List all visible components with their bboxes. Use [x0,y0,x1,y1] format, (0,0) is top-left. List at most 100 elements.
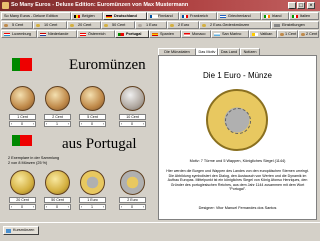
tab-label: 2 Cent [306,32,318,36]
tab-20-cent[interactable]: 20 Cent [67,21,101,29]
tab-kursmuenzen[interactable]: Kursmünzen [3,226,39,235]
coin-label: 1 Cent [9,114,36,120]
coin-icon [279,32,284,36]
tab-50-cent[interactable]: 50 Cent [101,21,135,29]
tab-label: Finnland [158,14,173,18]
tab-san-marino[interactable]: San Marino [211,30,249,38]
coin-overview-panel: Euromünzen 1 Cent 2 Cent 5 Cent 10 Cent … [2,48,155,220]
coin-1-cent-image[interactable] [10,86,35,111]
coin-detail-panel: Die 1 Euro - Münze Motiv: 7 Türme und 5 … [158,55,317,220]
coin-icon [202,23,206,27]
tab-portugal[interactable]: Portugal [115,30,149,38]
close-button[interactable]: × [307,2,315,9]
tab-vatikan[interactable]: Vatikan [249,30,277,38]
tab-10-cent[interactable]: 10 Cent [33,21,67,29]
collection-progress: 2 von 8 Münzen (25 %) [8,161,48,165]
coin-icon [36,23,40,27]
decrement-icon[interactable]: ‹ [121,122,122,126]
coin-2-cent-image[interactable] [45,86,70,111]
increment-icon[interactable]: › [33,122,34,126]
portugal-flag-icon [12,135,32,146]
count-value: 0 [91,122,93,126]
increment-icon[interactable]: › [68,205,69,209]
heading-aus-portugal: aus Portugal [62,136,137,152]
tab-label: Kursmünzen [13,228,35,232]
tab-griechenland[interactable]: Griechenland [217,12,261,20]
increment-icon[interactable]: › [68,122,69,126]
tab-spanien[interactable]: Spanien [149,30,181,38]
tab-niederlande[interactable]: Niederlande [37,30,77,38]
count-stepper[interactable]: ‹ 0 › [119,204,146,210]
tab-2-euro-gedenkmuenzen[interactable]: 2 Euro-Gedenkmünzen [199,21,271,29]
tab-2-cent[interactable]: 2 Cent [298,30,319,38]
tab-label: San Marino [222,32,242,36]
coin-label: 5 Cent [79,114,106,120]
count-stepper[interactable]: ‹ 0 › [119,121,146,127]
coin-5-cent-image[interactable] [80,86,105,111]
app-icon [2,2,9,9]
tab-label: So Many Euros - Deluxe Edition [4,14,58,18]
minimize-button[interactable]: _ [288,2,296,9]
count-stepper[interactable]: ‹ 1 › [79,204,106,210]
tab-label: Niederlande [48,32,69,36]
tab-label: 1 Euro [146,23,158,27]
flag-icon [152,32,158,36]
increment-icon[interactable]: › [143,205,144,209]
decrement-icon[interactable]: ‹ [46,122,47,126]
tab-frankreich[interactable]: Frankreich [179,12,217,20]
tab-2-euro[interactable]: 2 Euro [167,21,199,29]
increment-icon[interactable]: › [103,122,104,126]
tab-label: Portugal [126,32,142,36]
decrement-icon[interactable]: ‹ [46,205,47,209]
collection-count: 2 Exemplare in der Sammlung [8,156,60,160]
tab-deutschland[interactable]: Deutschland [103,12,147,20]
coin-10-cent-image[interactable] [120,86,145,111]
tab-belgien[interactable]: Belgien [71,12,103,20]
decrement-icon[interactable]: ‹ [11,122,12,126]
count-stepper[interactable]: ‹ 0 › [9,121,36,127]
coin-label: 10 Cent [119,114,146,120]
tab-5-cent[interactable]: 5 Cent [1,21,33,29]
count-stepper[interactable]: ‹ 0 › [44,204,71,210]
decrement-icon[interactable]: ‹ [81,122,82,126]
count-value: 0 [21,205,23,209]
flag-icon [80,32,86,36]
tab-label: 20 Cent [78,23,92,27]
count-stepper[interactable]: ‹ 0 › [9,204,36,210]
count-stepper[interactable]: ‹ 1 › [44,121,71,127]
tab-label: Spanien [160,32,174,36]
tab-1-cent[interactable]: 1 Cent [277,30,298,38]
decrement-icon[interactable]: ‹ [81,205,82,209]
tab-oesterreich[interactable]: Österreich [77,30,115,38]
tab-luxemburg[interactable]: Luxemburg [1,30,37,38]
count-value: 0 [131,205,133,209]
flag-icon [106,14,112,18]
coin-20-cent-image[interactable] [10,170,35,195]
coin-2-euro-image[interactable] [120,170,145,195]
coin-label: 2 Cent [44,114,71,120]
coin-motif-text: Motiv: 7 Türme und 5 Wappen, Königliches… [189,159,286,163]
tab-label: Belgien [82,14,95,18]
increment-icon[interactable]: › [103,205,104,209]
tab-finnland[interactable]: Finnland [147,12,179,20]
coin-1-euro-image[interactable] [80,170,105,195]
maximize-button[interactable]: □ [297,2,305,9]
tab-1-euro[interactable]: 1 Euro [135,21,167,29]
decrement-icon[interactable]: ‹ [121,205,122,209]
tab-label: Monaco [192,32,206,36]
tab-monaco[interactable]: Monaco [181,30,211,38]
tab-italien[interactable]: Italien [289,12,319,20]
flag-icon [184,32,190,36]
tab-irland[interactable]: Irland [261,12,289,20]
coin-title: Die 1 Euro - Münze [203,71,272,80]
decrement-icon[interactable]: ‹ [11,205,12,209]
tab-home[interactable]: So Many Euros - Deluxe Edition [1,12,71,20]
tab-label: 10 Cent [44,23,58,27]
count-stepper[interactable]: ‹ 0 › [79,121,106,127]
tab-einstellungen[interactable]: Einstellungen [271,21,319,29]
increment-icon[interactable]: › [33,205,34,209]
coin-50-cent-image[interactable] [45,170,70,195]
heading-euromuenzen: Euromünzen [69,57,146,73]
coin-designer: Designer: Vitor Manuel Fernandes dos San… [198,206,277,210]
increment-icon[interactable]: › [143,122,144,126]
